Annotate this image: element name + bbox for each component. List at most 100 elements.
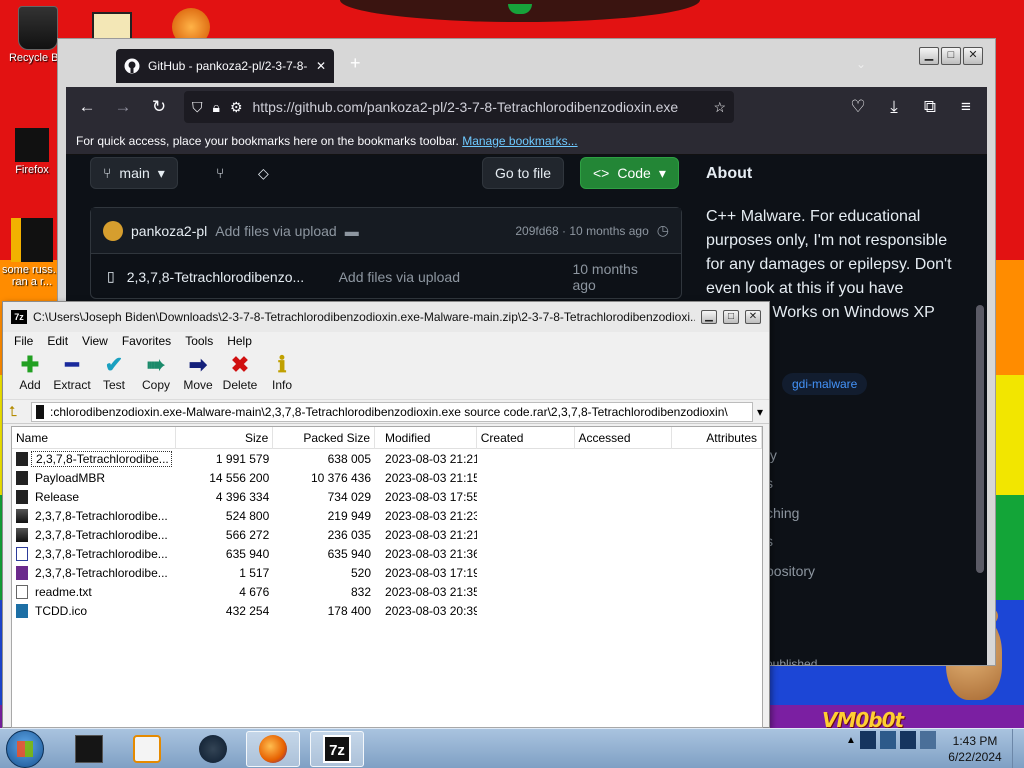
network-icon[interactable] [899,731,916,749]
pocket-icon[interactable]: ♡ [847,97,869,117]
column-attributes[interactable]: Attributes [672,427,762,449]
about-link[interactable]: pository [766,563,815,579]
commit-message[interactable]: Add files via upload [215,223,336,239]
file-name[interactable]: 2,3,7,8-Tetrachlorodibenzo... [127,269,327,285]
lock-icon[interactable]: 🔒︎ [213,99,220,116]
reload-icon[interactable]: ↻ [148,97,170,117]
file-row[interactable]: 2,3,7,8-Tetrachlorodibe... 635 940 635 940… [12,544,762,563]
file-name-cell[interactable]: 2,3,7,8-Tetrachlorodibe... [12,508,176,523]
show-desktop-button[interactable] [1012,729,1024,768]
move-button[interactable]: ➡ Move [177,352,219,397]
file-name-cell[interactable]: TCDD.ico [12,603,176,618]
shield-icon[interactable]: ⛉ [192,99,203,116]
go-to-file-button[interactable]: Go to file [482,157,565,189]
close-button[interactable]: ✕ [963,47,983,65]
minimize-button[interactable]: ▁ [919,47,939,65]
clock[interactable]: 1:43 PM 6/22/2024 [940,733,1010,765]
start-button[interactable] [6,730,44,768]
column-size[interactable]: Size [176,427,274,449]
menu-edit[interactable]: Edit [40,332,75,350]
column-created[interactable]: Created [477,427,575,449]
taskbar-media-player[interactable] [120,731,174,767]
add-button[interactable]: ✚ Add [9,352,51,397]
file-row[interactable]: Release 4 396 334 734 029 2023-08-03 17:55 [12,487,762,506]
file-name-cell[interactable]: 2,3,7,8-Tetrachlorodibe... [12,527,176,542]
file-row[interactable]: 2,3,7,8-Tetrachlorodibe... 566 272 236 035… [12,525,762,544]
back-arrow-icon[interactable]: ← [76,97,98,117]
taskbar-firefox[interactable] [246,731,300,767]
browser-tab[interactable]: GitHub - pankoza2-pl/2-3-7-8- ✕ [116,49,334,83]
delete-button[interactable]: ✖ Delete [219,352,261,397]
close-tab-icon[interactable]: ✕ [316,59,326,73]
url-bar[interactable]: ⛉ 🔒︎ ⚙︎ https://github.com/pankoza2-pl/2… [184,91,734,123]
menu-icon[interactable]: ≡ [955,97,977,117]
file-name-cell[interactable]: readme.txt [12,584,176,599]
file-row[interactable]: 2,3,7,8-Tetrachlorodibe... 524 800 219 949… [12,506,762,525]
taskbar-app-black-box[interactable] [62,731,116,767]
menu-tools[interactable]: Tools [178,332,220,350]
more-icon[interactable]: ▬ [345,223,359,239]
manage-bookmarks-link[interactable]: Manage bookmarks... [462,134,577,148]
tray-icon[interactable] [879,731,896,749]
test-button[interactable]: ✔ Test [93,352,135,397]
history-icon[interactable]: ◷ [657,222,669,239]
7zip-title-bar[interactable]: 7z C:\Users\Joseph Biden\Downloads\2-3-7… [3,302,769,332]
about-link[interactable]: published [766,657,817,665]
minimize-button[interactable]: ▁ [701,310,717,324]
close-button[interactable]: ✕ [745,310,761,324]
file-commit-message[interactable]: Add files via upload [339,269,561,285]
file-row[interactable]: readme.txt 4 676 832 2023-08-03 21:35 [12,582,762,601]
scrollbar[interactable] [973,155,987,665]
address-field[interactable]: :chlorodibenzodioxin.exe-Malware-main\2,… [31,401,753,422]
volume-icon[interactable] [919,731,936,749]
up-folder-icon[interactable]: ⮤ [9,403,27,420]
menu-file[interactable]: File [7,332,40,350]
bookmark-star-icon[interactable]: ☆ [713,99,726,116]
tray-expand-icon[interactable]: ▲ [846,735,856,746]
maximize-button[interactable]: □ [941,47,961,65]
tags-button[interactable]: ◇ [246,157,281,189]
file-list[interactable]: Name Size Packed Size Modified Created A… [11,426,763,728]
column-accessed[interactable]: Accessed [575,427,673,449]
code-button[interactable]: <> Code ▾ [580,157,679,189]
file-row[interactable]: 2,3,7,8-Tetrachlorodibe... 1 517 520 2023-0… [12,563,762,582]
menu-view[interactable]: View [75,332,115,350]
topic-tag[interactable]: gdi-malware [782,373,868,395]
file-name-cell[interactable]: PayloadMBR [12,470,176,485]
extensions-icon[interactable]: ⧉ [919,97,941,117]
commit-author[interactable]: pankoza2-pl [131,223,207,239]
tray-icon[interactable] [859,731,876,749]
column-packed-size[interactable]: Packed Size [273,427,376,449]
forward-arrow-icon[interactable]: → [112,97,134,117]
file-row[interactable]: 2,3,7,8-Tetrachlorodibe... 1 991 579 638 0… [12,449,762,468]
avatar[interactable] [103,220,123,241]
desktop-top-icons[interactable] [92,8,222,46]
copy-button[interactable]: ➠ Copy [135,352,177,397]
file-name-cell[interactable]: Release [12,489,176,504]
permissions-icon[interactable]: ⚙︎ [230,99,243,116]
column-modified[interactable]: Modified [375,427,477,449]
commit-hash-time[interactable]: 209fd68 · 10 months ago [515,224,648,238]
taskbar-7zip[interactable]: 7z [310,731,364,767]
url-text[interactable]: https://github.com/pankoza2-pl/2-3-7-8-T… [253,99,704,115]
scrollbar-thumb[interactable] [976,305,984,573]
info-button[interactable]: ℹ Info [261,352,303,397]
list-tabs-chevron-icon[interactable]: ⌄ [856,57,866,71]
extract-button[interactable]: ━ Extract [51,352,93,397]
menu-help[interactable]: Help [220,332,259,350]
file-name-cell[interactable]: 2,3,7,8-Tetrachlorodibe... [12,450,176,467]
file-name-cell[interactable]: 2,3,7,8-Tetrachlorodibe... [12,565,176,580]
file-row[interactable]: PayloadMBR 14 556 200 10 376 436 2023-08-03… [12,468,762,487]
taskbar-app-globe[interactable] [186,731,240,767]
maximize-button[interactable]: □ [723,310,739,324]
new-tab-button[interactable]: + [350,53,361,74]
about-link[interactable]: ching [766,505,799,521]
branches-button[interactable]: ⑂ [204,157,236,189]
download-icon[interactable]: ⤓ [883,97,905,117]
column-name[interactable]: Name [12,427,176,449]
branch-selector[interactable]: ⑂ main ▾ [90,157,178,189]
file-row[interactable]: ▯ 2,3,7,8-Tetrachlorodibenzo... Add file… [91,254,681,299]
file-row[interactable]: TCDD.ico 432 254 178 400 2023-08-03 20:39 [12,601,762,620]
menu-favorites[interactable]: Favorites [115,332,178,350]
file-name-cell[interactable]: 2,3,7,8-Tetrachlorodibe... [12,546,176,561]
